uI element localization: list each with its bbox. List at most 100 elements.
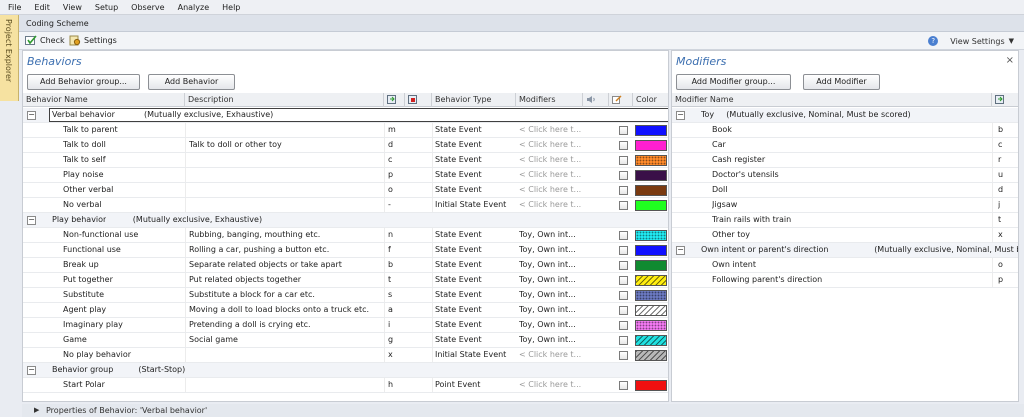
modifier-row[interactable]: Own intent o [672, 258, 1018, 273]
modifier-name[interactable]: Train rails with train [712, 213, 982, 227]
sound-checkbox[interactable] [619, 171, 628, 180]
modifier-group-row[interactable]: − Own intent or parent's direction (Mutual… [672, 243, 1018, 258]
behavior-type[interactable]: Point Event [435, 378, 515, 392]
behavior-description[interactable]: Substitute a block for a car etc. [189, 288, 382, 302]
project-explorer-tab[interactable]: Project Explorer [0, 15, 19, 101]
behavior-key[interactable]: b [388, 258, 402, 272]
close-icon[interactable]: × [1006, 55, 1014, 66]
behavior-type[interactable]: State Event [435, 123, 515, 137]
behavior-type[interactable]: State Event [435, 258, 515, 272]
behavior-row[interactable]: Agent play Moving a doll to load blocks o… [23, 303, 668, 318]
color-swatch[interactable] [635, 170, 667, 181]
color-swatch[interactable] [635, 245, 667, 256]
col-start-key[interactable] [384, 93, 405, 107]
behavior-row[interactable]: Play noise p State Event < Click here t... [23, 168, 668, 183]
behavior-type[interactable]: State Event [435, 318, 515, 332]
behavior-name[interactable]: Break up [63, 258, 183, 272]
behavior-description[interactable] [189, 123, 382, 137]
behavior-type[interactable]: State Event [435, 228, 515, 242]
behavior-type[interactable]: State Event [435, 273, 515, 287]
col-behavior-name[interactable]: Behavior Name [23, 93, 185, 107]
color-swatch[interactable] [635, 350, 667, 361]
behavior-description[interactable]: Rubbing, banging, mouthing etc. [189, 228, 382, 242]
modifier-row[interactable]: Following parent's direction p [672, 273, 1018, 288]
behavior-modifiers[interactable]: Toy, Own int... [519, 288, 581, 302]
modifier-key[interactable]: u [998, 168, 1012, 182]
color-swatch[interactable] [635, 380, 667, 391]
behavior-row[interactable]: Substitute Substitute a block for a car e… [23, 288, 668, 303]
behavior-modifiers[interactable]: Toy, Own int... [519, 273, 581, 287]
color-swatch[interactable] [635, 200, 667, 211]
behavior-name[interactable]: Talk to doll [63, 138, 183, 152]
modifier-key[interactable]: c [998, 138, 1012, 152]
behavior-description[interactable]: Separate related objects or take apart [189, 258, 382, 272]
sound-checkbox[interactable] [619, 276, 628, 285]
modifier-row[interactable]: Jigsaw j [672, 198, 1018, 213]
modifier-row[interactable]: Book b [672, 123, 1018, 138]
behavior-description[interactable] [189, 168, 382, 182]
col-behavior-type[interactable]: Behavior Type [432, 93, 516, 107]
behavior-name[interactable]: Game [63, 333, 183, 347]
behavior-group-row[interactable]: − Behavior group (Start-Stop) [23, 363, 668, 378]
behavior-key[interactable]: s [388, 288, 402, 302]
modifier-key[interactable]: r [998, 153, 1012, 167]
behavior-key[interactable]: a [388, 303, 402, 317]
behavior-row[interactable]: Non-functional use Rubbing, banging, mout… [23, 228, 668, 243]
color-swatch[interactable] [635, 230, 667, 241]
add-behavior-group-button[interactable]: Add Behavior group... [27, 74, 140, 90]
sound-checkbox[interactable] [619, 351, 628, 360]
behavior-name[interactable]: No verbal [63, 198, 183, 212]
collapse-icon[interactable]: − [27, 111, 36, 120]
behavior-key[interactable]: t [388, 273, 402, 287]
color-swatch[interactable] [635, 140, 667, 151]
behavior-key[interactable]: p [388, 168, 402, 182]
sound-checkbox[interactable] [619, 156, 628, 165]
behavior-name[interactable]: Other verbal [63, 183, 183, 197]
behavior-key[interactable]: x [388, 348, 402, 362]
behavior-name[interactable]: Functional use [63, 243, 183, 257]
behavior-modifiers[interactable]: Toy, Own int... [519, 318, 581, 332]
modifier-row[interactable]: Doctor's utensils u [672, 168, 1018, 183]
sound-checkbox[interactable] [619, 186, 628, 195]
sound-checkbox[interactable] [619, 126, 628, 135]
behavior-key[interactable]: g [388, 333, 402, 347]
modifier-name[interactable]: Other toy [712, 228, 982, 242]
col-stop-key[interactable] [405, 93, 432, 107]
behavior-group-row[interactable]: − Verbal behavior (Mutually exclusive, Exh… [23, 108, 668, 123]
behavior-type[interactable]: State Event [435, 138, 515, 152]
behavior-description[interactable] [189, 348, 382, 362]
modifier-key[interactable]: o [998, 258, 1012, 272]
collapse-icon[interactable]: − [676, 246, 685, 255]
behavior-type[interactable]: State Event [435, 153, 515, 167]
modifier-name[interactable]: Cash register [712, 153, 982, 167]
check-button[interactable]: Check [25, 35, 65, 46]
behavior-modifiers[interactable]: < Click here t... [519, 198, 581, 212]
add-modifier-group-button[interactable]: Add Modifier group... [676, 74, 791, 90]
sound-checkbox[interactable] [619, 141, 628, 150]
collapse-icon[interactable]: − [27, 366, 36, 375]
behavior-modifiers[interactable]: Toy, Own int... [519, 333, 581, 347]
behavior-key[interactable]: - [388, 198, 402, 212]
behavior-group-row[interactable]: − Play behavior (Mutually exclusive, Exhau… [23, 213, 668, 228]
behavior-row[interactable]: Imaginary play Pretending a doll is cryin… [23, 318, 668, 333]
modifier-name[interactable]: Own intent [712, 258, 982, 272]
sound-checkbox[interactable] [619, 246, 628, 255]
modifier-key[interactable]: d [998, 183, 1012, 197]
behavior-modifiers[interactable]: < Click here t... [519, 123, 581, 137]
expand-arrow-icon[interactable]: ▶ [34, 406, 39, 414]
modifier-name[interactable]: Book [712, 123, 982, 137]
color-swatch[interactable] [635, 260, 667, 271]
modifier-key[interactable]: t [998, 213, 1012, 227]
color-swatch[interactable] [635, 305, 667, 316]
behavior-description[interactable]: Social game [189, 333, 382, 347]
behavior-key[interactable]: m [388, 123, 402, 137]
chevron-down-icon[interactable]: ▼ [1009, 37, 1014, 45]
menu-item-analyze[interactable]: Analyze [178, 3, 210, 12]
behavior-modifiers[interactable]: < Click here t... [519, 348, 581, 362]
behavior-row[interactable]: Functional use Rolling a car, pushing a b… [23, 243, 668, 258]
modifier-key[interactable]: x [998, 228, 1012, 242]
behavior-description[interactable] [189, 153, 382, 167]
behavior-type[interactable]: State Event [435, 243, 515, 257]
view-settings-button[interactable]: View Settings [950, 37, 1004, 46]
modifier-row[interactable]: Car c [672, 138, 1018, 153]
